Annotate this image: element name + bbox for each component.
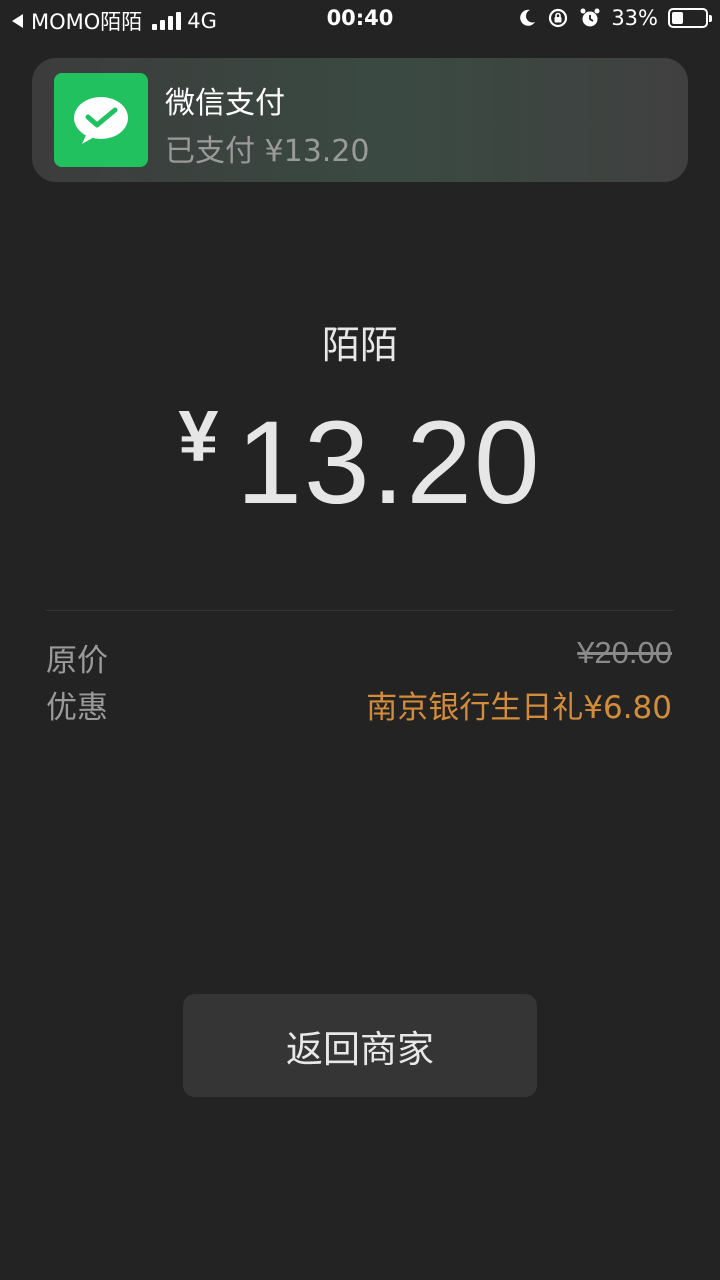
notification-message: 已支付 ¥13.20 — [165, 134, 370, 169]
rotation-lock-icon — [549, 8, 568, 28]
original-price-row: 原价 ¥20.00 — [46, 635, 672, 679]
moon-icon — [520, 9, 536, 26]
status-icons: 33% — [517, 6, 712, 30]
original-price-label: 原价 — [46, 643, 108, 679]
alarm-icon — [580, 8, 600, 27]
amount-value: 13.20 — [236, 397, 542, 529]
battery-icon — [668, 8, 712, 28]
status-bar: MOMO陌陌 4G 00:40 33% — [0, 0, 720, 40]
payment-amount: ¥13.20 — [0, 395, 720, 531]
battery-fill — [672, 12, 683, 24]
discount-row: 优惠 南京银行生日礼¥6.80 — [46, 682, 672, 726]
divider — [46, 610, 674, 611]
notification-title: 微信支付 — [165, 86, 285, 121]
wechat-pay-icon — [54, 73, 148, 167]
discount-value: 南京银行生日礼¥6.80 — [366, 690, 672, 726]
discount-label: 优惠 — [46, 690, 108, 726]
original-price-value: ¥20.00 — [577, 635, 672, 670]
return-to-merchant-button[interactable]: 返回商家 — [183, 994, 537, 1097]
merchant-name: 陌陌 — [321, 323, 398, 367]
battery-percent: 33% — [611, 6, 658, 30]
currency-symbol: ¥ — [178, 397, 219, 477]
payment-notification[interactable]: 微信支付 已支付 ¥13.20 — [32, 58, 688, 182]
